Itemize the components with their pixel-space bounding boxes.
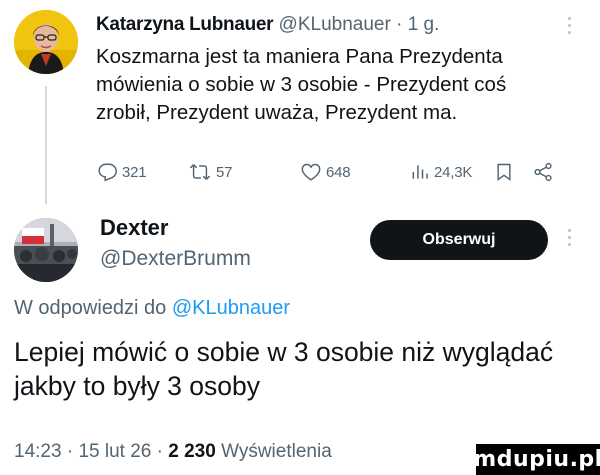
bookmark-button[interactable]	[494, 160, 514, 184]
tweet-date[interactable]: 15 lut 26	[78, 441, 151, 462]
avatar-photo	[14, 10, 78, 74]
bookmark-icon	[497, 163, 511, 181]
share-icon	[534, 162, 552, 182]
thread-connector-line	[45, 86, 47, 204]
tweet-meta: 14:23 · 15 lut 26 · 2 230 Wyświetlenia	[14, 441, 332, 463]
author-name[interactable]: Katarzyna Lubnauer	[96, 14, 274, 35]
tweet-time[interactable]: 1 g.	[408, 14, 440, 35]
avatar-photo	[14, 218, 78, 282]
like-icon	[301, 163, 321, 181]
reply-count: 321	[122, 163, 147, 181]
views-button[interactable]: 24,3K	[410, 160, 472, 184]
more-icon[interactable]	[568, 17, 572, 38]
repost-icon	[189, 164, 211, 180]
tweet-header: Katarzyna Lubnauer @KLubnauer · 1 g.	[96, 14, 439, 36]
views-label: Wyświetlenia	[221, 441, 332, 462]
reply-icon	[98, 163, 117, 182]
reply-context: W odpowiedzi do @KLubnauer	[14, 297, 290, 320]
separator-dot: ·	[396, 14, 403, 35]
like-button[interactable]: 648	[300, 160, 351, 184]
author-handle[interactable]: @KLubnauer	[279, 14, 391, 35]
share-button[interactable]	[532, 160, 554, 184]
follow-button[interactable]: Obserwuj	[370, 220, 548, 260]
author-handle[interactable]: @DexterBrumm	[100, 247, 251, 271]
reply-button[interactable]: 321	[96, 160, 147, 184]
author-avatar[interactable]	[14, 218, 78, 282]
reply-prefix: W odpowiedzi do	[14, 297, 167, 319]
watermark-logo: mdupiu.pl	[473, 444, 600, 475]
reply-mention-link[interactable]: @KLubnauer	[172, 297, 290, 319]
views-count: 24,3K	[434, 163, 473, 181]
author-avatar[interactable]	[14, 10, 78, 74]
repost-button[interactable]: 57	[188, 160, 233, 184]
tweet-text: Koszmarna jest ta maniera Pana Prezydent…	[96, 45, 507, 124]
views-icon	[412, 165, 428, 179]
separator-dot: ·	[156, 441, 163, 462]
repost-count: 57	[216, 163, 233, 181]
tweet-time[interactable]: 14:23	[14, 441, 62, 462]
author-name[interactable]: Dexter	[100, 215, 168, 241]
separator-dot: ·	[66, 441, 74, 462]
like-count: 648	[326, 163, 351, 181]
more-icon[interactable]	[568, 229, 572, 250]
views-count: 2 230	[168, 441, 216, 462]
tweet-text: Lepiej mówić o sobie w 3 osobie niż wygl…	[14, 337, 554, 401]
